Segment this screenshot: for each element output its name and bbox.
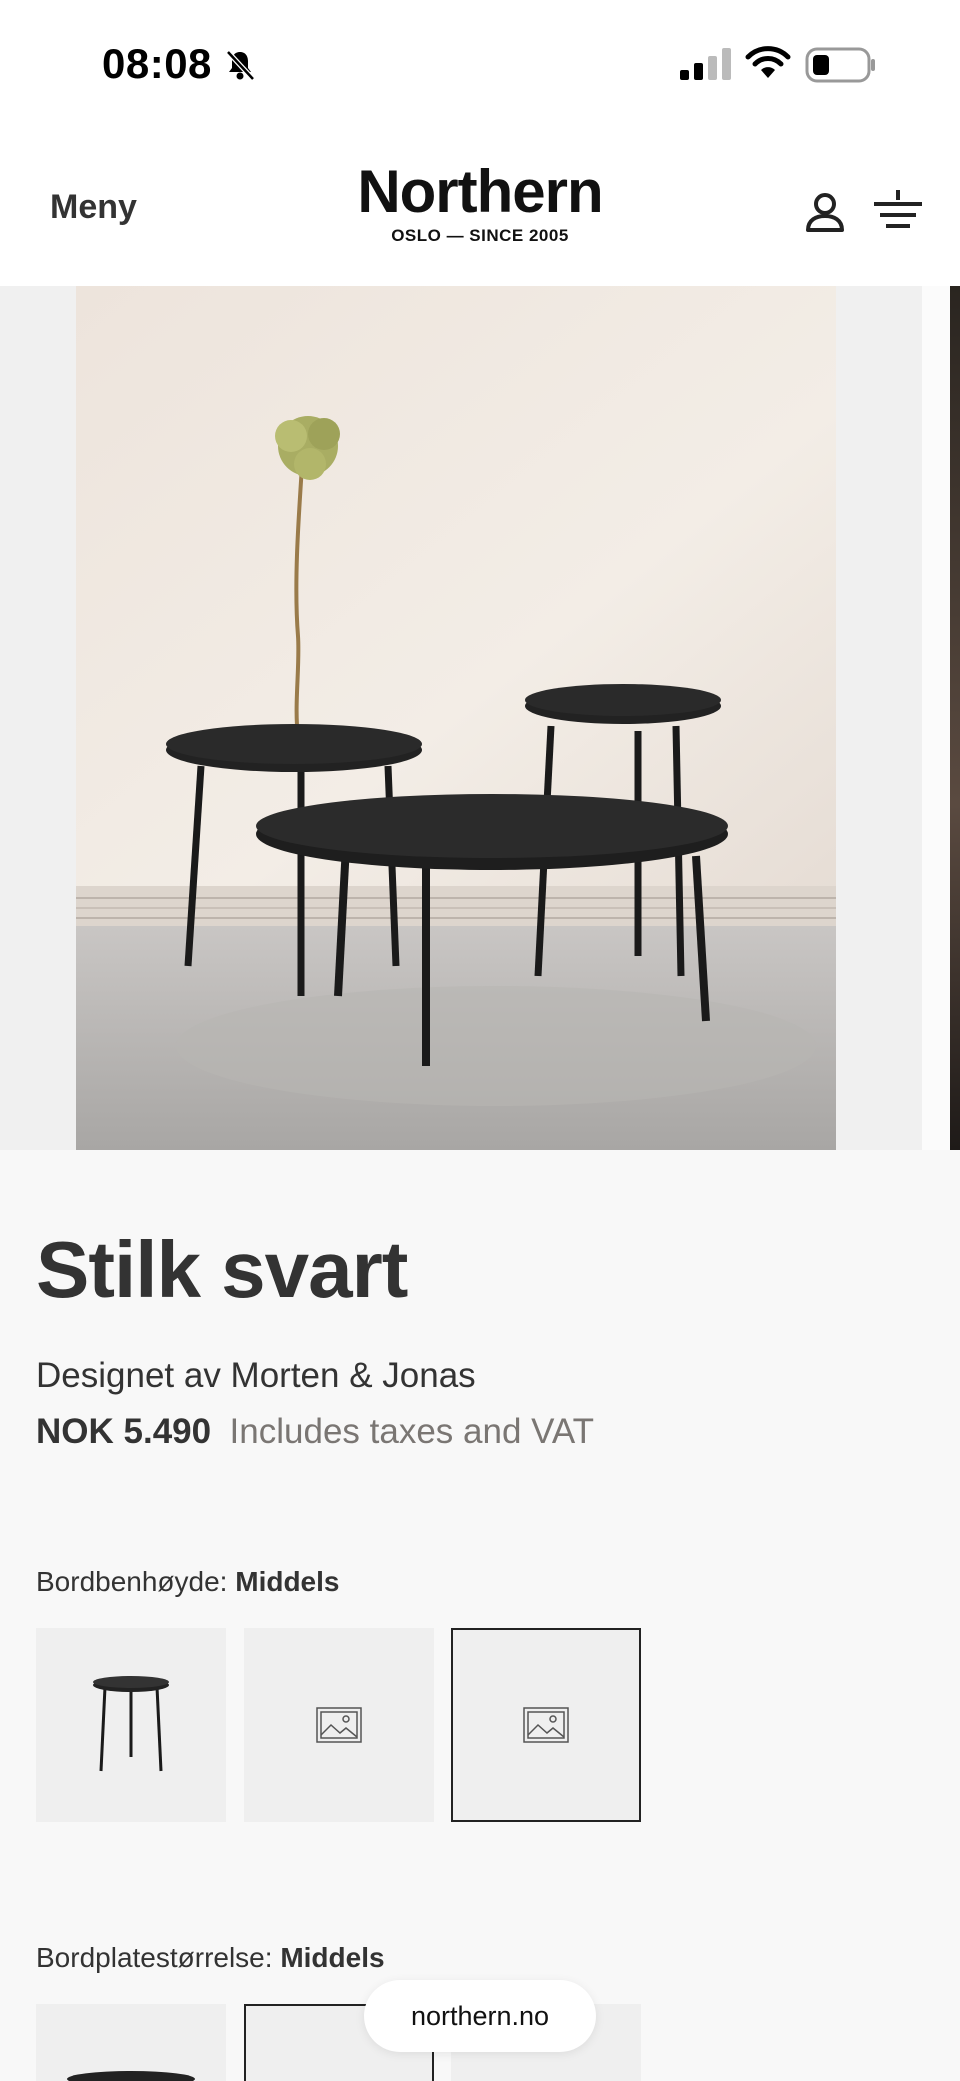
leg-height-value: Middels: [235, 1566, 340, 1597]
top-size-value: Middels: [280, 1942, 385, 1973]
cart-icon[interactable]: [872, 188, 924, 239]
site-header: Meny Northern OSLO — SINCE 2005: [0, 130, 960, 286]
product-designer: Designet av Morten & Jonas: [36, 1356, 476, 1395]
leg-height-swatch-2[interactable]: [244, 1628, 434, 1822]
status-bar: 08:08: [0, 0, 960, 130]
product-gallery[interactable]: [0, 286, 960, 1150]
image-placeholder-icon: [316, 1707, 362, 1743]
table-top-thumbnail: [67, 2071, 195, 2081]
top-size-option-label: Bordplatestørrelse: Middels: [36, 1942, 385, 1974]
price-row: NOK 5.490 Includes taxes and VAT: [36, 1412, 594, 1452]
tax-note: Includes taxes and VAT: [229, 1412, 595, 1451]
leg-height-option-label: Bordbenhøyde: Middels: [36, 1566, 339, 1598]
cellular-signal-icon: [680, 48, 732, 85]
top-size-swatch-1[interactable]: [36, 2004, 226, 2081]
product-price: NOK 5.490: [36, 1412, 212, 1451]
browser-url-bar[interactable]: northern.no: [364, 1980, 596, 2052]
leg-height-swatch-3-selected[interactable]: [451, 1628, 641, 1822]
battery-icon: [805, 47, 877, 88]
top-size-label: Bordplatestørrelse:: [36, 1942, 273, 1973]
wifi-icon: [745, 45, 791, 86]
account-icon[interactable]: [802, 190, 848, 241]
image-placeholder-icon: [523, 1707, 569, 1743]
next-image-edge: [950, 286, 960, 1150]
bell-muted-icon: [223, 48, 257, 87]
side-table-thumbnail: [93, 1676, 169, 1772]
status-time: 08:08: [102, 40, 212, 87]
product-image: [76, 286, 836, 1150]
product-title: Stilk svart: [36, 1225, 408, 1314]
leg-height-label: Bordbenhøyde:: [36, 1566, 228, 1597]
leg-height-swatch-1[interactable]: [36, 1628, 226, 1822]
